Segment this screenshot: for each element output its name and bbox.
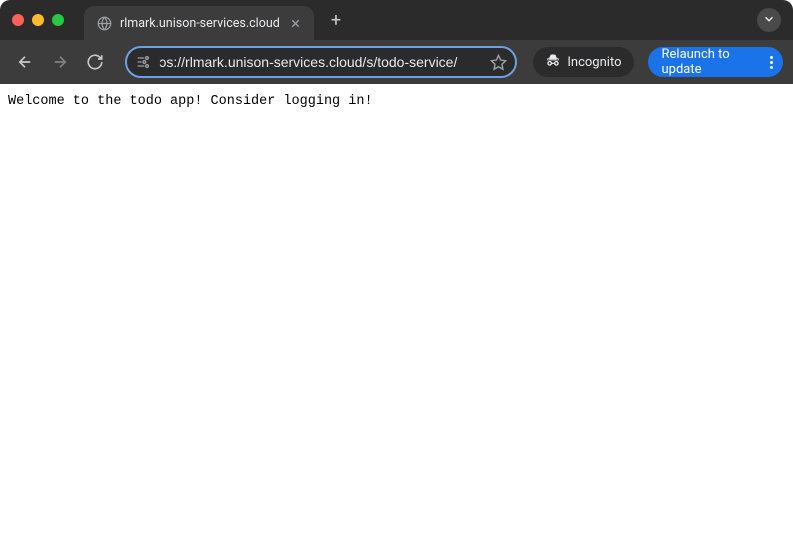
- new-tab-button[interactable]: +: [322, 6, 350, 34]
- window-dropdown-button[interactable]: [757, 8, 781, 32]
- window-minimize-button[interactable]: [32, 14, 44, 26]
- toolbar: ɔs://rlmark.unison-services.cloud/s/todo…: [0, 40, 793, 84]
- page-body-text: Welcome to the todo app! Consider loggin…: [8, 94, 785, 109]
- plus-icon: +: [331, 10, 341, 31]
- tab-strip: rlmark.unison-services.cloud +: [0, 0, 793, 40]
- url-text: ɔs://rlmark.unison-services.cloud/s/todo…: [159, 54, 482, 70]
- tab-title: rlmark.unison-services.cloud: [120, 16, 281, 31]
- relaunch-button[interactable]: Relaunch to update: [648, 47, 783, 77]
- window-close-button[interactable]: [12, 14, 24, 26]
- incognito-label: Incognito: [567, 55, 621, 70]
- browser-chrome: rlmark.unison-services.cloud +: [0, 0, 793, 84]
- traffic-lights: [12, 14, 64, 26]
- browser-tab[interactable]: rlmark.unison-services.cloud: [84, 6, 314, 40]
- bookmark-star-icon[interactable]: [490, 54, 507, 71]
- relaunch-label: Relaunch to update: [662, 47, 762, 77]
- reload-button[interactable]: [80, 46, 109, 78]
- chevron-down-icon: [762, 11, 776, 30]
- page-viewport: Welcome to the todo app! Consider loggin…: [0, 84, 793, 550]
- forward-button[interactable]: [45, 46, 74, 78]
- incognito-indicator[interactable]: Incognito: [533, 47, 633, 77]
- back-button[interactable]: [10, 46, 39, 78]
- close-icon[interactable]: [289, 17, 302, 30]
- menu-dots-icon[interactable]: [770, 56, 773, 69]
- window-zoom-button[interactable]: [52, 14, 64, 26]
- site-settings-icon[interactable]: [135, 54, 151, 70]
- globe-icon: [96, 15, 112, 31]
- incognito-icon: [545, 52, 561, 72]
- address-bar[interactable]: ɔs://rlmark.unison-services.cloud/s/todo…: [125, 46, 517, 78]
